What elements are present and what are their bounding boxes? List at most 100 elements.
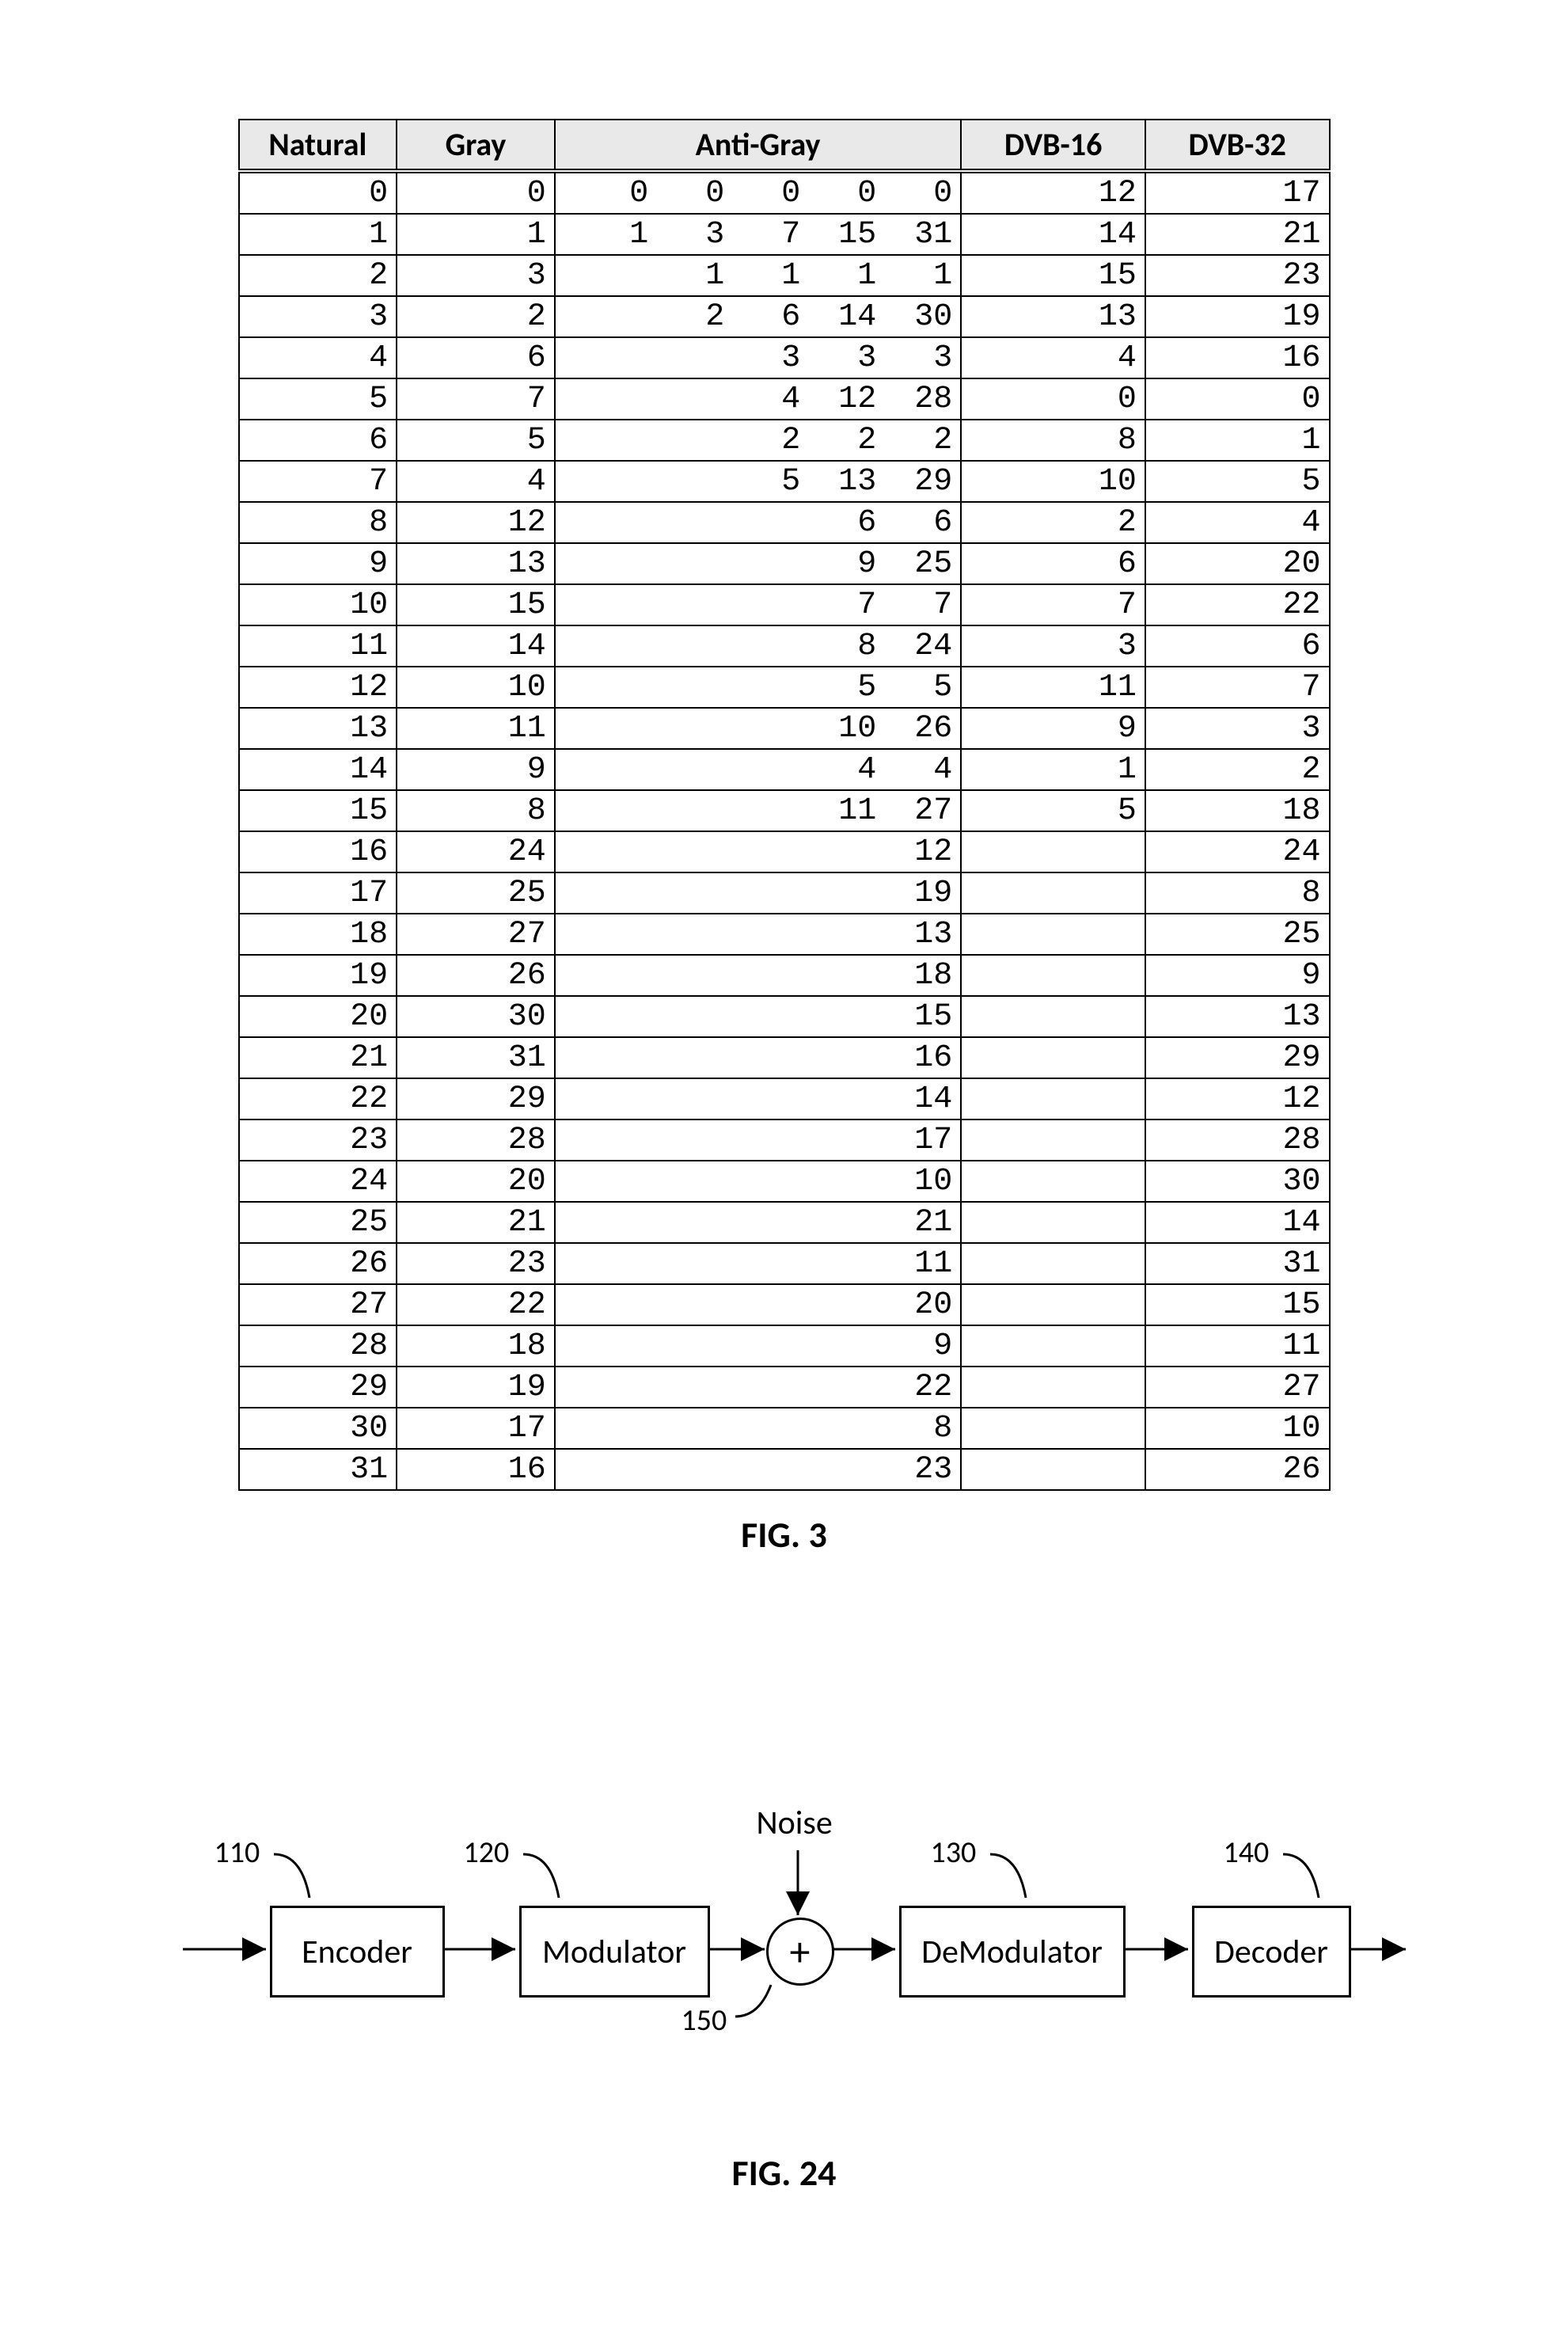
cell-natural: 30 <box>239 1408 397 1449</box>
table-row: 2521 2114 <box>239 1202 1330 1243</box>
cell-dvb32: 4 <box>1145 502 1330 543</box>
cell-antigray: 8 <box>555 1408 962 1449</box>
cell-dvb32: 21 <box>1145 214 1330 255</box>
cell-dvb32: 5 <box>1145 461 1330 502</box>
cell-dvb16: 6 <box>961 543 1145 584</box>
cell-antigray: 9 25 <box>555 543 962 584</box>
cell-antigray: 1 3 7 15 31 <box>555 214 962 255</box>
cell-dvb16 <box>961 1367 1145 1408</box>
page: Natural Gray Anti-Gray DVB-16 DVB-32 00 … <box>0 32 1568 2302</box>
cell-dvb16: 5 <box>961 790 1145 831</box>
cell-dvb16 <box>961 1119 1145 1161</box>
cell-dvb16: 13 <box>961 296 1145 337</box>
cell-dvb16: 12 <box>961 171 1145 214</box>
cell-dvb32: 25 <box>1145 914 1330 955</box>
table-row: 1926 189 <box>239 955 1330 996</box>
cell-dvb16: 14 <box>961 214 1145 255</box>
cell-antigray: 19 <box>555 872 962 914</box>
cell-gray: 27 <box>397 914 555 955</box>
cell-natural: 22 <box>239 1078 397 1119</box>
figure-3-caption: FIG. 3 <box>741 1513 827 1557</box>
cell-dvb32: 15 <box>1145 1284 1330 1325</box>
cell-natural: 1 <box>239 214 397 255</box>
table-row: 2030 1513 <box>239 996 1330 1037</box>
cell-dvb16 <box>961 914 1145 955</box>
encoder-block: Encoder <box>270 1906 445 1998</box>
ref-modulator: 120 <box>464 1834 510 1871</box>
cell-gray: 3 <box>397 255 555 296</box>
cell-dvb32: 30 <box>1145 1161 1330 1202</box>
cell-natural: 7 <box>239 461 397 502</box>
cell-dvb32: 7 <box>1145 667 1330 708</box>
cell-dvb32: 1 <box>1145 420 1330 461</box>
cell-natural: 28 <box>239 1325 397 1367</box>
cell-gray: 11 <box>397 708 555 749</box>
header-dvb16: DVB-16 <box>961 120 1145 171</box>
cell-dvb32: 16 <box>1145 337 1330 378</box>
cell-dvb16 <box>961 1449 1145 1490</box>
cell-gray: 14 <box>397 625 555 667</box>
cell-dvb32: 8 <box>1145 872 1330 914</box>
cell-natural: 26 <box>239 1243 397 1284</box>
adder-node: + <box>766 1918 834 1986</box>
cell-dvb32: 18 <box>1145 790 1330 831</box>
decoder-block: Decoder <box>1192 1906 1351 1998</box>
cell-antigray: 13 <box>555 914 962 955</box>
cell-dvb16 <box>961 1243 1145 1284</box>
cell-dvb16: 7 <box>961 584 1145 625</box>
header-gray: Gray <box>397 120 555 171</box>
cell-dvb32: 20 <box>1145 543 1330 584</box>
table-row: 2623 1131 <box>239 1243 1330 1284</box>
cell-natural: 16 <box>239 831 397 872</box>
cell-gray: 4 <box>397 461 555 502</box>
header-dvb32: DVB-32 <box>1145 120 1330 171</box>
cell-antigray: 0 0 0 0 0 <box>555 171 962 214</box>
header-natural: Natural <box>239 120 397 171</box>
cell-gray: 22 <box>397 1284 555 1325</box>
cell-natural: 17 <box>239 872 397 914</box>
cell-antigray: 4 12 28 <box>555 378 962 420</box>
code-mapping-table: Natural Gray Anti-Gray DVB-16 DVB-32 00 … <box>238 119 1331 1491</box>
table-row: 65 2 2 281 <box>239 420 1330 461</box>
cell-antigray: 5 13 29 <box>555 461 962 502</box>
cell-antigray: 7 7 <box>555 584 962 625</box>
cell-gray: 15 <box>397 584 555 625</box>
cell-gray: 18 <box>397 1325 555 1367</box>
cell-dvb16 <box>961 955 1145 996</box>
cell-gray: 21 <box>397 1202 555 1243</box>
cell-antigray: 6 6 <box>555 502 962 543</box>
cell-dvb32: 26 <box>1145 1449 1330 1490</box>
cell-antigray: 11 27 <box>555 790 962 831</box>
cell-dvb16: 1 <box>961 749 1145 790</box>
cell-natural: 9 <box>239 543 397 584</box>
block-diagram: Noise 110 120 150 130 140 Encoder Modula… <box>151 1747 1418 2195</box>
cell-antigray: 10 <box>555 1161 962 1202</box>
cell-antigray: 9 <box>555 1325 962 1367</box>
cell-gray: 25 <box>397 872 555 914</box>
cell-gray: 24 <box>397 831 555 872</box>
cell-dvb16: 8 <box>961 420 1145 461</box>
cell-dvb32: 17 <box>1145 171 1330 214</box>
table-row: 2328 1728 <box>239 1119 1330 1161</box>
cell-dvb16 <box>961 1161 1145 1202</box>
cell-gray: 7 <box>397 378 555 420</box>
table-header-row: Natural Gray Anti-Gray DVB-16 DVB-32 <box>239 120 1330 171</box>
modulator-block: Modulator <box>519 1906 710 1998</box>
cell-dvb16: 2 <box>961 502 1145 543</box>
cell-antigray: 4 4 <box>555 749 962 790</box>
cell-antigray: 12 <box>555 831 962 872</box>
cell-antigray: 20 <box>555 1284 962 1325</box>
cell-dvb16: 4 <box>961 337 1145 378</box>
cell-gray: 9 <box>397 749 555 790</box>
cell-dvb16: 11 <box>961 667 1145 708</box>
cell-natural: 4 <box>239 337 397 378</box>
cell-natural: 24 <box>239 1161 397 1202</box>
table-row: 74 5 13 29105 <box>239 461 1330 502</box>
cell-gray: 26 <box>397 955 555 996</box>
ref-decoder: 140 <box>1224 1834 1270 1871</box>
header-antigray: Anti-Gray <box>555 120 962 171</box>
cell-antigray: 21 <box>555 1202 962 1243</box>
cell-gray: 23 <box>397 1243 555 1284</box>
table-row: 2722 2015 <box>239 1284 1330 1325</box>
cell-antigray: 23 <box>555 1449 962 1490</box>
